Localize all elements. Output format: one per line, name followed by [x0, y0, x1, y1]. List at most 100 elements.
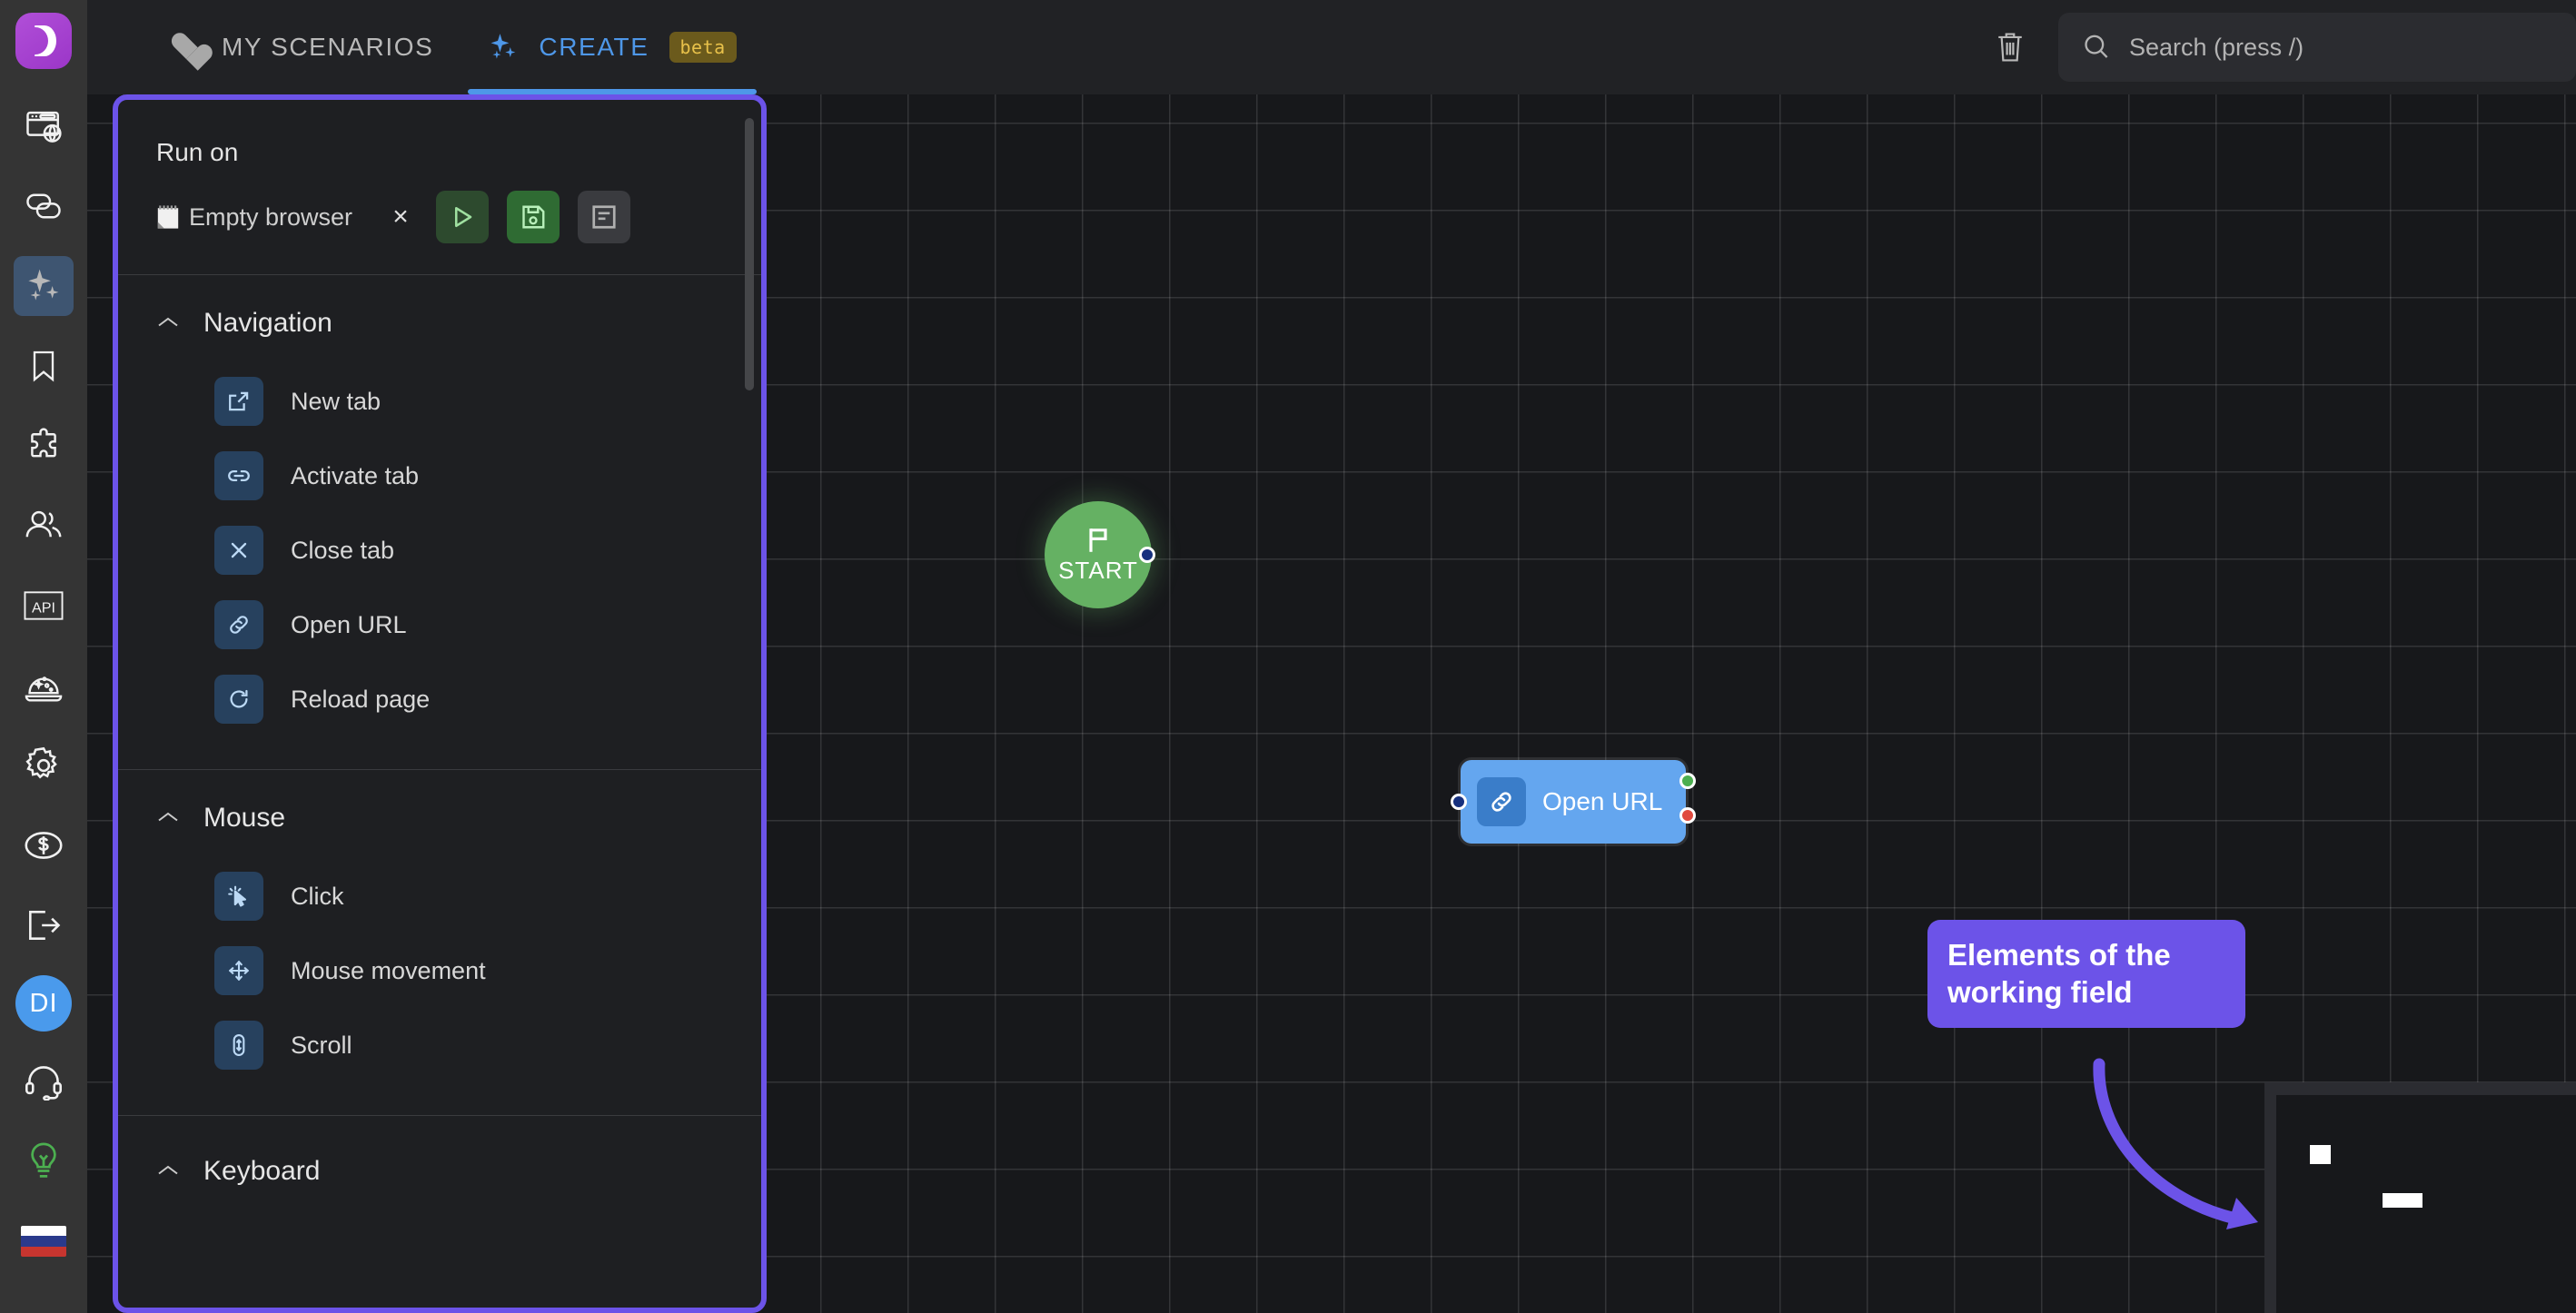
logs-button[interactable] — [578, 191, 631, 243]
minimap[interactable] — [2264, 1082, 2576, 1313]
action-click[interactable]: Click — [118, 859, 761, 933]
node-start[interactable]: START — [1045, 501, 1155, 608]
tab-my-scenarios-label: MY SCENARIOS — [222, 33, 434, 61]
sparkles-icon — [28, 269, 59, 301]
section-mouse: Mouse Click Mouse movement Scroll — [118, 769, 761, 1115]
clear-browser-button[interactable]: × — [383, 202, 418, 232]
section-keyboard-title: Keyboard — [203, 1156, 321, 1186]
chain-link-icon — [214, 600, 263, 649]
action-label: Close tab — [291, 536, 395, 564]
node-start-output-dot[interactable] — [1139, 547, 1155, 563]
settings-gear-icon — [25, 746, 57, 779]
browser-selector[interactable]: Empty browser — [156, 203, 352, 232]
node-open-url-error-dot[interactable] — [1679, 807, 1696, 824]
action-activate-tab[interactable]: Activate tab — [118, 439, 761, 513]
action-label: Click — [291, 882, 344, 910]
sidebar-item-support[interactable] — [14, 1051, 74, 1111]
section-navigation-list: New tab Activate tab Close tab Open URL … — [118, 351, 761, 769]
save-button[interactable] — [507, 191, 560, 243]
run-button[interactable] — [436, 191, 490, 243]
link-horizontal-icon — [214, 451, 263, 500]
sidebar-item-bookmarks[interactable] — [14, 336, 74, 396]
search-placeholder: Search (press /) — [2129, 33, 2304, 61]
top-bar: MY SCENARIOS CREATE beta Search (press /… — [87, 0, 2576, 94]
chevron-up-icon — [156, 807, 180, 829]
node-open-url-input-dot[interactable] — [1451, 794, 1467, 810]
minimap-viewport — [2276, 1095, 2576, 1313]
panel-scrollbar[interactable] — [745, 118, 754, 390]
section-keyboard: Keyboard — [118, 1115, 761, 1199]
sidebar-item-proxy[interactable] — [14, 176, 74, 236]
sidebar-item-settings[interactable] — [14, 735, 74, 795]
cursor-click-icon — [214, 872, 263, 921]
tab-create[interactable]: CREATE beta — [461, 0, 763, 94]
billing-dollar-icon — [25, 832, 63, 859]
delete-button[interactable] — [1986, 23, 2035, 72]
left-sidebar: API DI — [0, 0, 87, 1313]
sidebar-item-extensions[interactable] — [14, 416, 74, 476]
move-arrows-icon — [214, 946, 263, 995]
sidebar-item-language[interactable] — [14, 1211, 74, 1271]
action-label: Open URL — [291, 610, 407, 638]
sidebar-item-team[interactable] — [14, 496, 74, 556]
team-icon — [25, 510, 62, 538]
action-mouse-movement[interactable]: Mouse movement — [118, 933, 761, 1008]
section-navigation-header[interactable]: Navigation — [118, 275, 761, 351]
sidebar-item-tips[interactable] — [14, 1131, 74, 1191]
logs-icon — [592, 205, 616, 229]
section-keyboard-header[interactable]: Keyboard — [118, 1116, 761, 1199]
browser-profiles-icon — [26, 111, 62, 143]
tab-create-label: CREATE — [539, 33, 649, 61]
sidebar-item-logout[interactable] — [14, 895, 74, 955]
floppy-save-icon — [522, 205, 545, 229]
flag-ru-icon — [21, 1226, 66, 1257]
action-label: Scroll — [291, 1031, 352, 1059]
avatar-initials: DI — [29, 988, 58, 1018]
chevron-up-icon — [156, 312, 180, 334]
section-mouse-title: Mouse — [203, 803, 286, 833]
action-new-tab[interactable]: New tab — [118, 364, 761, 439]
beta-badge: beta — [669, 32, 737, 63]
node-open-url-label: Open URL — [1542, 787, 1663, 815]
proxy-icon — [26, 193, 61, 219]
action-reload-page[interactable]: Reload page — [118, 662, 761, 736]
callout-text: Elements of the working field — [1947, 938, 2171, 1010]
section-mouse-list: Click Mouse movement Scroll — [118, 846, 761, 1115]
sidebar-item-browser-profiles[interactable] — [14, 96, 74, 156]
sparkles-icon — [490, 34, 516, 59]
action-label: Activate tab — [291, 461, 420, 489]
app-logo-moon-icon — [35, 25, 56, 56]
node-open-url-success-dot[interactable] — [1679, 773, 1696, 789]
app-logo[interactable] — [15, 13, 72, 69]
trash-icon — [1998, 33, 2022, 62]
browser-name: Empty browser — [189, 202, 353, 231]
cookie-robot-icon — [25, 676, 63, 702]
search-icon — [2085, 35, 2108, 58]
action-close-tab[interactable]: Close tab — [118, 513, 761, 587]
action-label: Reload page — [291, 685, 431, 713]
svg-text:API: API — [32, 599, 55, 616]
extensions-icon — [31, 428, 56, 458]
scroll-mouse-icon — [214, 1021, 263, 1070]
action-label: Mouse movement — [291, 956, 486, 984]
notepad-icon — [157, 205, 179, 229]
top-bar-right: Search (press /) — [1986, 13, 2576, 82]
reload-icon — [214, 675, 263, 724]
sidebar-item-billing[interactable] — [14, 815, 74, 875]
action-label: New tab — [291, 387, 381, 415]
section-mouse-header[interactable]: Mouse — [118, 770, 761, 846]
action-scroll[interactable]: Scroll — [118, 1008, 761, 1082]
tab-my-scenarios[interactable]: MY SCENARIOS — [144, 0, 461, 94]
action-open-url[interactable]: Open URL — [118, 587, 761, 662]
node-open-url[interactable]: Open URL — [1451, 760, 1696, 844]
chain-link-icon — [1477, 777, 1526, 826]
sidebar-item-cookie-robot[interactable] — [14, 656, 74, 716]
search-input[interactable]: Search (press /) — [2058, 13, 2576, 82]
avatar[interactable]: DI — [15, 975, 72, 1032]
api-icon: API — [24, 591, 64, 620]
sidebar-item-create[interactable] — [14, 256, 74, 316]
sidebar-item-api[interactable]: API — [14, 576, 74, 636]
headset-icon — [25, 1066, 62, 1101]
actions-panel-scroll-area[interactable]: Run on Empty browser × Navigation New ta… — [118, 100, 761, 1308]
external-link-icon — [214, 377, 263, 426]
